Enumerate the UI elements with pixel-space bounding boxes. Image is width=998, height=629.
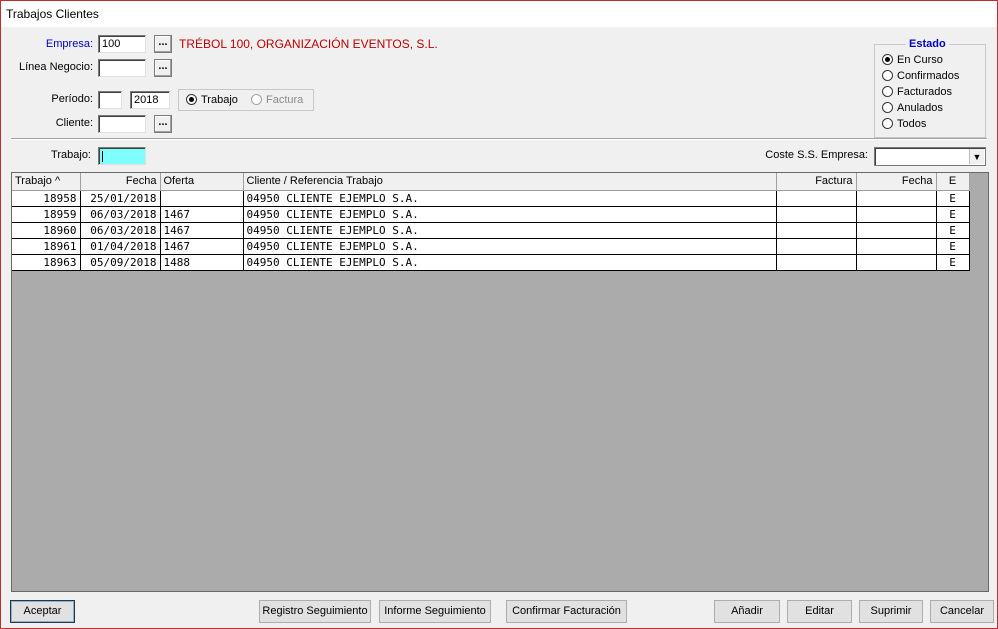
col-header-fecha-factura[interactable]: Fecha (856, 173, 937, 191)
cell-oferta (160, 190, 244, 207)
registro-seguimiento-button[interactable]: Registro Seguimiento (259, 600, 371, 623)
anadir-button[interactable]: Añadir (714, 600, 780, 623)
col-header-cliente[interactable]: Cliente / Referencia Trabajo (243, 173, 777, 191)
cell-fecha-factura (856, 222, 937, 239)
cell-cliente: 04950 CLIENTE EJEMPLO S.A. (243, 254, 777, 271)
trabajos-grid[interactable]: Trabajo ^ Fecha Oferta Cliente / Referen… (11, 172, 989, 592)
cell-trabajo: 18961 (12, 238, 81, 255)
cell-oferta: 1467 (160, 206, 244, 223)
coste-label: Coste S.S. Empresa: (765, 149, 868, 161)
radio-selected-icon (186, 94, 197, 105)
cell-trabajo: 18960 (12, 222, 81, 239)
table-row[interactable]: 18960 06/03/2018 1467 04950 CLIENTE EJEMPLO… (12, 222, 970, 239)
cell-factura (776, 206, 857, 223)
radio-icon (251, 94, 262, 105)
periodo-mode-group: Trabajo Factura (178, 89, 314, 111)
trabajo-input[interactable] (98, 147, 146, 165)
cell-cliente: 04950 CLIENTE EJEMPLO S.A. (243, 238, 777, 255)
cell-factura (776, 222, 857, 239)
empresa-input[interactable]: 100 (98, 35, 146, 53)
table-body: 18958 25/01/2018 04950 CLIENTE EJEMPLO S.A… (12, 190, 970, 271)
cliente-input[interactable] (98, 115, 146, 133)
cell-factura (776, 238, 857, 255)
cancelar-button[interactable]: Cancelar (930, 600, 994, 623)
col-header-oferta[interactable]: Oferta (160, 173, 244, 191)
linea-negocio-label: Línea Negocio: (19, 61, 93, 73)
cell-e: E (936, 206, 970, 223)
title-bar: Trabajos Clientes (1, 1, 997, 27)
linea-negocio-input[interactable] (98, 59, 146, 77)
estado-option[interactable]: Facturados (882, 86, 952, 98)
estado-option[interactable]: Confirmados (882, 70, 959, 82)
table-row[interactable]: 18963 05/09/2018 1488 04950 CLIENTE EJEMPLO… (12, 254, 970, 271)
cell-fecha: 01/04/2018 (80, 238, 161, 255)
text-cursor (102, 150, 103, 162)
cell-fecha-factura (856, 254, 937, 271)
radio-icon (882, 70, 893, 81)
radio-selected-icon (882, 54, 893, 65)
radio-icon (882, 102, 893, 113)
cell-e: E (936, 222, 970, 239)
cell-e: E (936, 190, 970, 207)
cell-fecha-factura (856, 190, 937, 207)
cell-fecha: 06/03/2018 (80, 206, 161, 223)
cliente-label: Cliente: (55, 117, 93, 129)
estado-option[interactable]: Anulados (882, 102, 943, 114)
estado-option[interactable]: Todos (882, 118, 926, 130)
cell-oferta: 1488 (160, 254, 244, 271)
cell-factura (776, 254, 857, 271)
cell-cliente: 04950 CLIENTE EJEMPLO S.A. (243, 222, 777, 239)
cell-trabajo: 18963 (12, 254, 81, 271)
informe-seguimiento-button[interactable]: Informe Seguimiento (379, 600, 491, 623)
cell-e: E (936, 238, 970, 255)
trabajos-clientes-window: Trabajos Clientes Empresa: 100 ... TRÉBO… (0, 0, 998, 629)
trabajo-label: Trabajo: (51, 149, 91, 161)
periodo-label: Período: (51, 93, 93, 105)
cell-fecha: 25/01/2018 (80, 190, 161, 207)
cell-fecha: 05/09/2018 (80, 254, 161, 271)
table-row[interactable]: 18958 25/01/2018 04950 CLIENTE EJEMPLO S.A… (12, 190, 970, 207)
trabajos-table: Trabajo ^ Fecha Oferta Cliente / Referen… (12, 173, 970, 271)
periodo-mode-factura[interactable]: Factura (251, 94, 303, 106)
col-header-e[interactable]: E (936, 173, 970, 191)
cliente-browse-button[interactable]: ... (154, 115, 172, 133)
periodo-month-input[interactable] (98, 91, 122, 109)
chevron-down-icon[interactable]: ▼ (969, 149, 984, 164)
aceptar-button[interactable]: Aceptar (10, 600, 75, 623)
coste-combo[interactable]: ▼ (874, 147, 986, 166)
col-header-factura[interactable]: Factura (776, 173, 857, 191)
cell-factura (776, 190, 857, 207)
cell-oferta: 1467 (160, 238, 244, 255)
radio-icon (882, 118, 893, 129)
col-header-fecha[interactable]: Fecha (80, 173, 161, 191)
estado-title: Estado (906, 38, 949, 50)
table-row[interactable]: 18959 06/03/2018 1467 04950 CLIENTE EJEMPLO… (12, 206, 970, 223)
col-header-trabajo[interactable]: Trabajo ^ (12, 173, 81, 191)
periodo-mode-trabajo[interactable]: Trabajo (186, 94, 238, 106)
table-header-row: Trabajo ^ Fecha Oferta Cliente / Referen… (12, 173, 970, 191)
suprimir-button[interactable]: Suprimir (859, 600, 923, 623)
cell-e: E (936, 254, 970, 271)
editar-button[interactable]: Editar (787, 600, 852, 623)
filters-separator (11, 138, 987, 140)
radio-icon (882, 86, 893, 97)
cell-cliente: 04950 CLIENTE EJEMPLO S.A. (243, 206, 777, 223)
empresa-browse-button[interactable]: ... (154, 35, 172, 53)
cell-fecha: 06/03/2018 (80, 222, 161, 239)
empresa-name: TRÉBOL 100, ORGANIZACIÓN EVENTOS, S.L. (179, 37, 438, 51)
window-title: Trabajos Clientes (6, 7, 99, 21)
cell-trabajo: 18958 (12, 190, 81, 207)
cell-cliente: 04950 CLIENTE EJEMPLO S.A. (243, 190, 777, 207)
estado-option[interactable]: En Curso (882, 54, 943, 66)
empresa-label: Empresa: (45, 38, 93, 50)
table-row[interactable]: 18961 01/04/2018 1467 04950 CLIENTE EJEMPLO… (12, 238, 970, 255)
cell-fecha-factura (856, 238, 937, 255)
periodo-year-input[interactable]: 2018 (130, 91, 170, 109)
confirmar-facturacion-button[interactable]: Confirmar Facturación (506, 600, 627, 623)
cell-fecha-factura (856, 206, 937, 223)
cell-trabajo: 18959 (12, 206, 81, 223)
linea-negocio-browse-button[interactable]: ... (154, 59, 172, 77)
cell-oferta: 1467 (160, 222, 244, 239)
